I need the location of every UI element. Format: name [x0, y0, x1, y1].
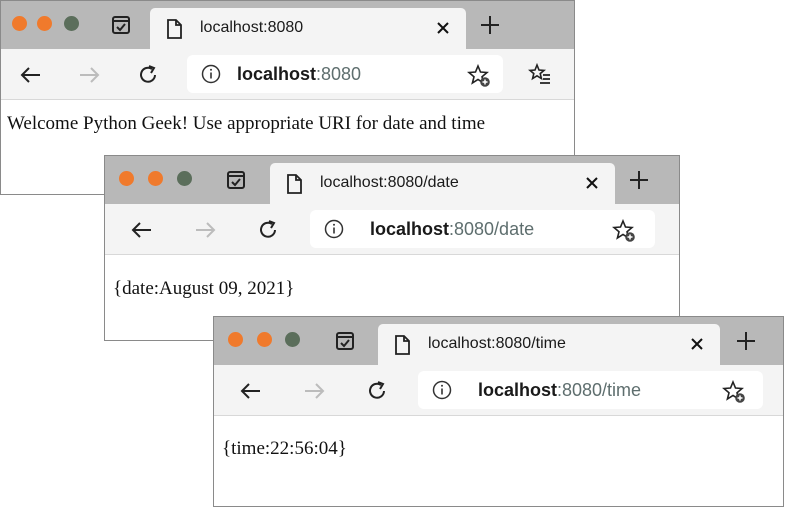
info-icon[interactable] — [432, 380, 452, 400]
url-path: :8080/date — [449, 219, 535, 239]
tab-overview-icon[interactable] — [226, 170, 246, 190]
back-arrow-icon[interactable] — [18, 62, 44, 88]
window-minimize-dot[interactable] — [37, 16, 52, 31]
page-icon — [166, 19, 182, 39]
tab-bar: localhost:8080/time — [214, 317, 783, 365]
forward-arrow-icon[interactable] — [301, 378, 327, 404]
plus-icon[interactable] — [735, 330, 757, 352]
page-content: {time:22:56:04} — [214, 416, 783, 506]
back-arrow-icon[interactable] — [129, 217, 155, 243]
nav-toolbar: localhost:8080/time — [214, 365, 783, 416]
page-body-text: {date:August 09, 2021} — [113, 278, 295, 299]
bookmarks-menu-icon[interactable] — [528, 63, 552, 87]
page-icon — [286, 174, 302, 194]
tab-title: localhost:8080/date — [320, 174, 459, 191]
nav-toolbar: localhost:8080/date — [105, 204, 679, 255]
tab-active[interactable]: localhost:8080/time — [378, 324, 720, 365]
url-text: localhost:8080/date — [370, 219, 534, 240]
tab-active[interactable]: localhost:8080 — [150, 8, 466, 49]
reload-icon[interactable] — [255, 217, 281, 243]
window-close-dot[interactable] — [228, 332, 243, 347]
url-text: localhost:8080 — [237, 64, 361, 85]
bookmark-star-icon[interactable] — [722, 380, 746, 404]
close-icon[interactable] — [688, 335, 706, 353]
close-icon[interactable] — [583, 174, 601, 192]
reload-icon[interactable] — [364, 378, 390, 404]
window-zoom-dot[interactable] — [285, 332, 300, 347]
url-text: localhost:8080/time — [478, 380, 641, 401]
info-icon[interactable] — [201, 64, 221, 84]
tab-bar: localhost:8080 — [1, 1, 574, 49]
info-icon[interactable] — [324, 219, 344, 239]
url-path: :8080 — [316, 64, 362, 84]
url-host: localhost — [370, 219, 450, 239]
tab-bar: localhost:8080/date — [105, 156, 679, 204]
bookmark-star-icon[interactable] — [612, 219, 636, 243]
page-body-text: Welcome Python Geek! Use appropriate URI… — [7, 113, 486, 134]
browser-window-date: localhost:8080/date localhost:8080/date — [104, 155, 680, 341]
bookmark-star-icon[interactable] — [467, 64, 491, 88]
url-bar[interactable]: localhost:8080/date — [310, 210, 655, 248]
window-close-dot[interactable] — [119, 171, 134, 186]
url-bar[interactable]: localhost:8080/time — [418, 371, 763, 409]
tab-overview-icon[interactable] — [111, 15, 131, 35]
close-icon[interactable] — [434, 19, 452, 37]
window-minimize-dot[interactable] — [148, 171, 163, 186]
tab-overview-icon[interactable] — [335, 331, 355, 351]
url-host: localhost — [478, 380, 558, 400]
window-close-dot[interactable] — [12, 16, 27, 31]
plus-icon[interactable] — [628, 169, 650, 191]
url-path: :8080/time — [557, 380, 642, 400]
tab-title: localhost:8080/time — [428, 335, 566, 352]
page-body-text: {time:22:56:04} — [222, 438, 347, 459]
window-minimize-dot[interactable] — [257, 332, 272, 347]
forward-arrow-icon[interactable] — [76, 62, 102, 88]
url-bar[interactable]: localhost:8080 — [187, 55, 503, 93]
url-host: localhost — [237, 64, 317, 84]
window-zoom-dot[interactable] — [64, 16, 79, 31]
tab-title: localhost:8080 — [200, 19, 304, 36]
tab-active[interactable]: localhost:8080/date — [270, 163, 615, 204]
forward-arrow-icon[interactable] — [192, 217, 218, 243]
reload-icon[interactable] — [135, 62, 161, 88]
nav-toolbar: localhost:8080 — [1, 49, 574, 100]
window-zoom-dot[interactable] — [177, 171, 192, 186]
back-arrow-icon[interactable] — [238, 378, 264, 404]
plus-icon[interactable] — [479, 14, 501, 36]
page-icon — [394, 335, 410, 355]
browser-window-time: localhost:8080/time localhost:8080/time — [213, 316, 784, 507]
